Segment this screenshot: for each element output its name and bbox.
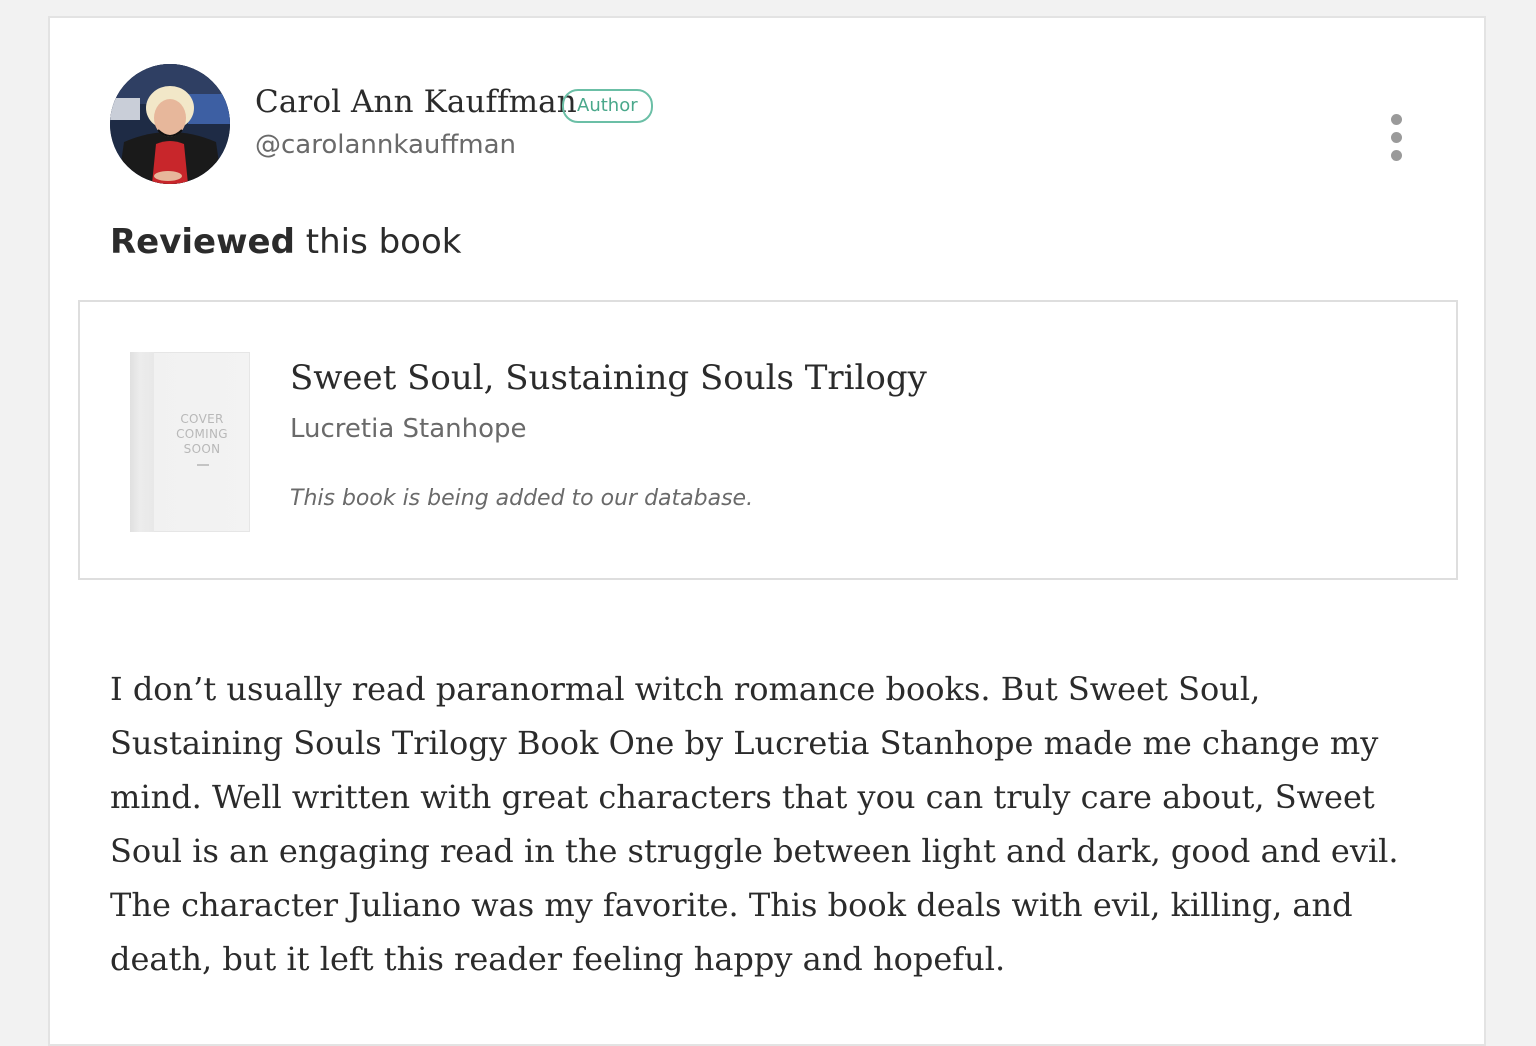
person-photo-icon [110,64,230,184]
author-badge: Author [562,89,653,123]
review-text: I don’t usually read paranormal witch ro… [110,670,1399,978]
menu-dot [1391,114,1402,125]
reviewer-handle[interactable]: @carolannkauffman [255,130,516,160]
menu-dot [1391,132,1402,143]
reviewer-name[interactable]: Carol Ann Kauffman [255,84,577,120]
activity-verb: Reviewed [110,222,295,262]
book-author[interactable]: Lucretia Stanhope [290,414,527,444]
book-card[interactable]: COVER COMING SOON Sweet Soul, Sustaining S… [78,300,1458,580]
activity-object: this book [294,222,462,262]
menu-dot [1391,150,1402,161]
book-status-note: This book is being added to our database… [290,486,754,511]
cover-dash [197,464,209,466]
activity-line: Reviewed this book [110,222,461,262]
book-title[interactable]: Sweet Soul, Sustaining Souls Trilogy [290,358,927,398]
book-cover-placeholder[interactable]: COVER COMING SOON [130,352,250,532]
reviewer-avatar[interactable] [110,64,230,184]
review-card: Carol Ann Kauffman Author @carolannkauff… [48,16,1486,1046]
book-spine [130,352,154,532]
cover-coming-soon-text: COVER COMING SOON [176,412,228,456]
more-options-icon[interactable] [1380,108,1412,164]
